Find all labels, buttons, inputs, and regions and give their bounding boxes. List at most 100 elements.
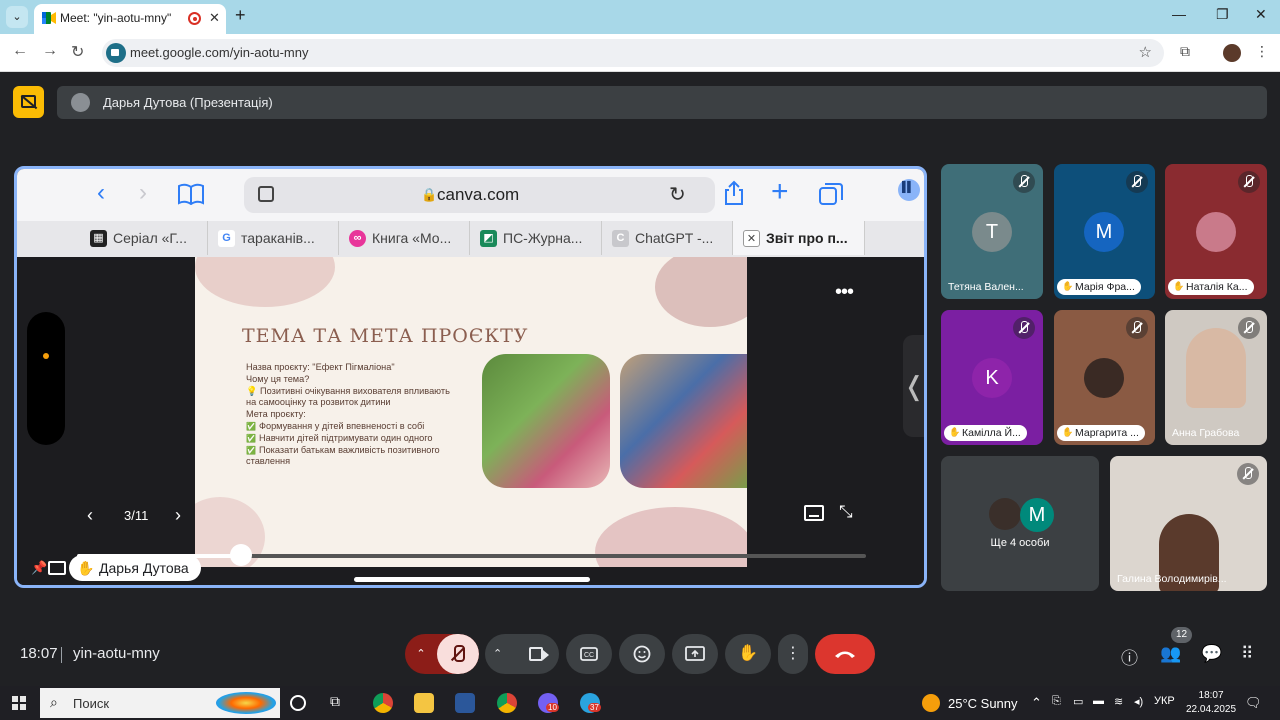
stop-presenting-icon[interactable] (13, 86, 44, 118)
minimize-button[interactable]: — (1172, 6, 1186, 22)
captions-button[interactable]: CC (566, 634, 612, 674)
chat-icon[interactable]: 💬 (1201, 644, 1222, 664)
cortana-icon[interactable] (290, 695, 306, 711)
pin-icon[interactable]: 📌 (31, 560, 47, 576)
present-button[interactable] (672, 634, 718, 674)
shared-screen[interactable]: ‹ › 🔒 canva.com ↻ + ▦ Серіал «Г... G тар… (14, 166, 927, 588)
google-icon: G (218, 230, 235, 247)
taskbar-clock[interactable]: 18:07 22.04.2025 (1186, 689, 1236, 717)
people-icon[interactable]: 👥 (1160, 644, 1181, 664)
participant-tile[interactable]: Галина Володимирів... (1110, 456, 1267, 591)
chrome-icon[interactable] (373, 693, 393, 713)
slide-photo (482, 354, 610, 488)
mic-off-icon[interactable] (437, 634, 479, 674)
participant-avatar: M (1084, 212, 1124, 252)
participant-tile[interactable]: M Марія Фра... (1054, 164, 1155, 299)
end-call-icon (835, 651, 855, 658)
back-arrow-icon[interactable]: ← (12, 42, 28, 60)
task-view-icon[interactable]: ⧉ (330, 693, 350, 713)
participant-tile[interactable]: T Тетяна Вален... (941, 164, 1043, 299)
participant-tile[interactable]: Маргарита ... (1054, 310, 1155, 445)
emoji-button[interactable] (619, 634, 665, 674)
mic-off-icon (1238, 317, 1260, 339)
participant-tile[interactable]: Наталія Ка... (1165, 164, 1267, 299)
notifications-icon[interactable]: 🗨 (1245, 695, 1262, 711)
mic-control[interactable]: ⌃ (405, 634, 479, 674)
close-tab-icon: ✕ (743, 230, 760, 247)
slide-photo (620, 354, 747, 488)
forward-arrow-icon[interactable]: → (42, 42, 58, 60)
tab-search-chevron-icon[interactable]: ⌄ (6, 6, 28, 28)
decor-blob (195, 257, 335, 307)
browser-toolbar: ← → ↻ meet.google.com/yin-aotu-mny ☆ ⧉ ⋮ (0, 34, 1280, 72)
google-meet-icon (42, 12, 56, 24)
tray-expand-icon[interactable]: ⌃ (1031, 695, 1042, 711)
close-tab-icon[interactable]: ✕ (209, 10, 220, 26)
next-slide-icon: › (175, 505, 181, 525)
present-icon[interactable] (48, 561, 66, 575)
file-explorer-icon[interactable] (414, 693, 434, 713)
wifi-icon[interactable]: ≋ (1114, 695, 1123, 708)
close-window-button[interactable]: ✕ (1255, 6, 1267, 23)
volume-icon[interactable]: ◂) (1134, 695, 1143, 708)
meeting-code: yin-aotu-mny (73, 645, 160, 662)
participant-avatar: T (972, 212, 1012, 252)
weather-icon[interactable] (922, 694, 940, 712)
info-icon[interactable]: ⓘ (1121, 644, 1138, 669)
participant-name: Анна Грабова (1172, 427, 1240, 439)
camera-icon[interactable] (529, 647, 549, 661)
ipad-tab-0: ▦ Серіал «Г... (80, 221, 208, 255)
weather-text[interactable]: 25°C Sunny (948, 696, 1018, 711)
maximize-button[interactable]: ❐ (1216, 6, 1229, 23)
slide-line: ставлення (246, 456, 291, 467)
clock-time: 18:07 (1198, 690, 1224, 701)
participant-tile[interactable]: K Камілла Й... (941, 310, 1043, 445)
reload-icon[interactable]: ↻ (71, 42, 84, 62)
battery-icon[interactable]: ▬ (1093, 695, 1104, 707)
meet-tray-icon[interactable]: ⎘ (1052, 695, 1061, 708)
more-vert-icon[interactable]: ⋮ (1255, 43, 1269, 60)
slide-check-line: Показати батькам важливість позитивного (246, 445, 482, 457)
chrome-active-icon[interactable] (497, 693, 517, 713)
profile-avatar[interactable] (1223, 44, 1241, 62)
input-language[interactable]: УКР (1154, 695, 1175, 707)
raise-hand-button[interactable]: ✋ (725, 634, 771, 674)
emoji-icon (633, 645, 651, 663)
meet-site-icon (106, 43, 126, 63)
new-tab-button[interactable]: + (235, 5, 246, 26)
ipad-tab-bar: ▦ Серіал «Г... G тараканів... ∞ Книга «М… (17, 221, 924, 257)
viber-badge: 10 (546, 703, 559, 712)
more-options-button[interactable]: ⋮ (778, 634, 808, 674)
browser-tab-strip: ⌄ Meet: "yin-aotu-mny" ✕ + — ❐ ✕ (0, 0, 1280, 34)
end-call-button[interactable] (815, 634, 875, 674)
recording-icon (188, 12, 201, 25)
participant-tile[interactable]: Анна Грабова (1165, 310, 1267, 445)
presenter-name-pill: ✋ Дарья Дутова (69, 555, 201, 581)
mic-off-icon (1013, 171, 1035, 193)
participant-tile[interactable]: M Ще 4 особи (941, 456, 1099, 591)
mic-off-icon (1013, 317, 1035, 339)
address-bar[interactable]: meet.google.com/yin-aotu-mny ☆ (102, 39, 1164, 67)
camera-control[interactable]: ⌃ (485, 634, 559, 674)
audio-options-icon[interactable]: ⌃ (405, 634, 437, 674)
star-icon[interactable]: ☆ (1139, 43, 1152, 61)
participant-avatar (1084, 358, 1124, 398)
raise-hand-icon: ✋ (738, 645, 758, 662)
video-options-icon[interactable]: ⌃ (493, 634, 502, 674)
search-placeholder: Поиск (73, 696, 110, 711)
browser-tab-meet[interactable]: Meet: "yin-aotu-mny" ✕ (34, 4, 226, 34)
extensions-icon[interactable]: ⧉ (1180, 43, 1190, 60)
people-count-badge: 12 (1171, 627, 1192, 643)
word-icon[interactable] (455, 693, 475, 713)
forward-arrow-icon: › (139, 179, 147, 206)
display-icon[interactable]: ▭ (1073, 695, 1083, 708)
ipad-safari-toolbar: ‹ › 🔒 canva.com ↻ + (17, 169, 924, 221)
taskbar-search[interactable]: ⌕ Поиск (40, 688, 280, 718)
activities-icon[interactable]: ⠿ (1241, 644, 1253, 664)
bookmarks-icon (178, 183, 204, 205)
participant-name: Камілла Й... (944, 425, 1027, 441)
ipad-tab-5: ✕ Звіт про п... (733, 221, 865, 255)
divider (61, 647, 62, 663)
more-vert-icon: ⋮ (785, 645, 801, 662)
windows-start-icon[interactable] (12, 696, 26, 710)
